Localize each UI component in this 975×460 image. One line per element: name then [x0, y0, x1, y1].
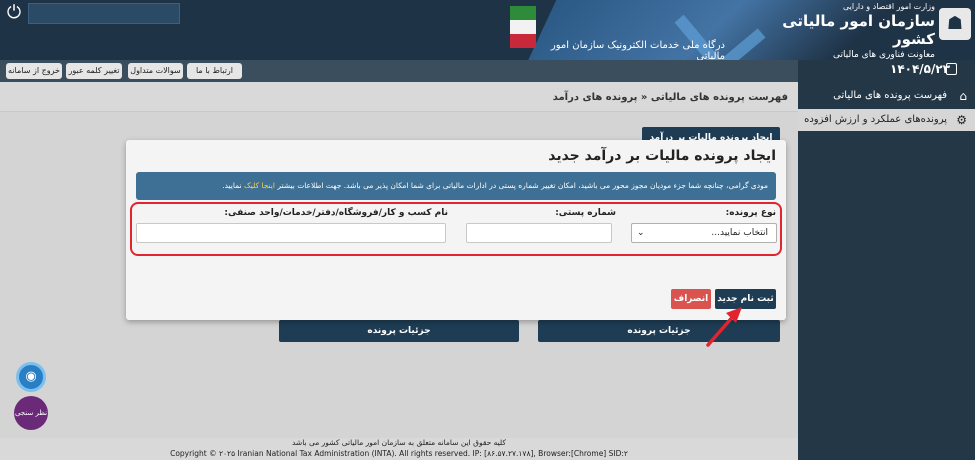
breadcrumb-separator: « [640, 92, 648, 103]
accessibility-icon[interactable]: ◉ [16, 362, 46, 392]
faq-button[interactable]: سوالات متداول [128, 63, 183, 79]
toolbar: خروج از سامانه تغییر کلمه عبور سوالات مت… [0, 60, 798, 82]
org-logo-icon: ☗ [939, 8, 971, 40]
breadcrumb: فهرست پرونده های مالیاتی « پرونده های در… [553, 92, 788, 103]
exit-button[interactable]: خروج از سامانه [6, 63, 62, 79]
sidebar-item-label: پرونده‌های عملکرد و ارزش افزوده [804, 114, 947, 125]
file-type-label: نوع پرونده: [725, 208, 776, 218]
create-file-modal: ایجاد پرونده مالیات بر درآمد جدید مودی گ… [126, 140, 786, 320]
survey-button[interactable]: نظر سنجی [14, 396, 48, 430]
footer: کلیه حقوق این سامانه متعلق به سازمان امو… [0, 438, 798, 460]
org-title: سازمان امور مالیاتی کشور [782, 12, 935, 48]
breadcrumb-current: پرونده های درآمد [552, 92, 638, 103]
annotation-arrow-icon [706, 307, 742, 347]
top-header: ⏻ درگاه ملی خدمات الکترونیک سازمان امور … [0, 0, 975, 60]
breadcrumb-parent[interactable]: فهرست پرونده های مالیاتی [651, 92, 788, 103]
postal-code-label: شماره پستی: [555, 208, 616, 218]
contact-button[interactable]: ارتباط با ما [187, 63, 242, 79]
chevron-down-icon: ⌄ [637, 228, 645, 238]
info-alert: مودی گرامی، چنانچه شما جزء مودیان مجوز م… [136, 172, 776, 200]
file-type-value: انتخاب نمایید... [711, 228, 768, 238]
footer-copyright: Copyright © ۲۰۲۵ Iranian National Tax Ad… [170, 449, 628, 458]
change-password-button[interactable]: تغییر کلمه عبور [66, 63, 122, 79]
portal-title: درگاه ملی خدمات الکترونیک سازمان امور ما… [550, 40, 725, 60]
file-type-select[interactable]: ⌄ انتخاب نمایید... [631, 223, 777, 243]
sidebar-item-performance-files[interactable]: ⚙ پرونده‌های عملکرد و ارزش افزوده [798, 109, 975, 131]
breadcrumb-bar: فهرست پرونده های مالیاتی « پرونده های در… [0, 86, 798, 112]
home-icon: ⌂ [959, 89, 967, 103]
ministry-name: وزارت امور اقتصاد و دارایی [842, 2, 935, 11]
power-icon[interactable]: ⏻ [4, 3, 24, 23]
info-text: مودی گرامی، چنانچه شما جزء مودیان مجوز م… [277, 181, 768, 190]
info-link[interactable]: اینجا کلیک [244, 181, 275, 190]
business-name-label: نام کسب و کار/فروشگاه/دفتر/خدمات/واحد صن… [224, 208, 448, 218]
user-info-box [28, 3, 180, 24]
sidebar-item-label: فهرست پرونده های مالیاتی [833, 90, 947, 101]
gear-icon: ⚙ [956, 113, 967, 127]
organization-name: وزارت امور اقتصاد و دارایی سازمان امور م… [775, 2, 935, 60]
iran-flag-icon [510, 6, 536, 48]
postal-code-input[interactable] [466, 223, 612, 243]
footer-rights: کلیه حقوق این سامانه متعلق به سازمان امو… [292, 438, 506, 447]
modal-title: ایجاد پرونده مالیات بر درآمد جدید [548, 148, 776, 164]
info-tail: نمایید. [222, 181, 242, 190]
org-deputy: معاونت فناوری های مالیاتی [833, 50, 935, 60]
business-name-input[interactable] [136, 223, 446, 243]
file-details-button-2[interactable]: جزئیات پرونده [279, 320, 519, 342]
current-date: ۱۴۰۴/۵/۲۳ [890, 62, 951, 76]
calendar-icon [946, 63, 957, 75]
sidebar-item-tax-files[interactable]: ⌂ فهرست پرونده های مالیاتی [798, 85, 975, 107]
